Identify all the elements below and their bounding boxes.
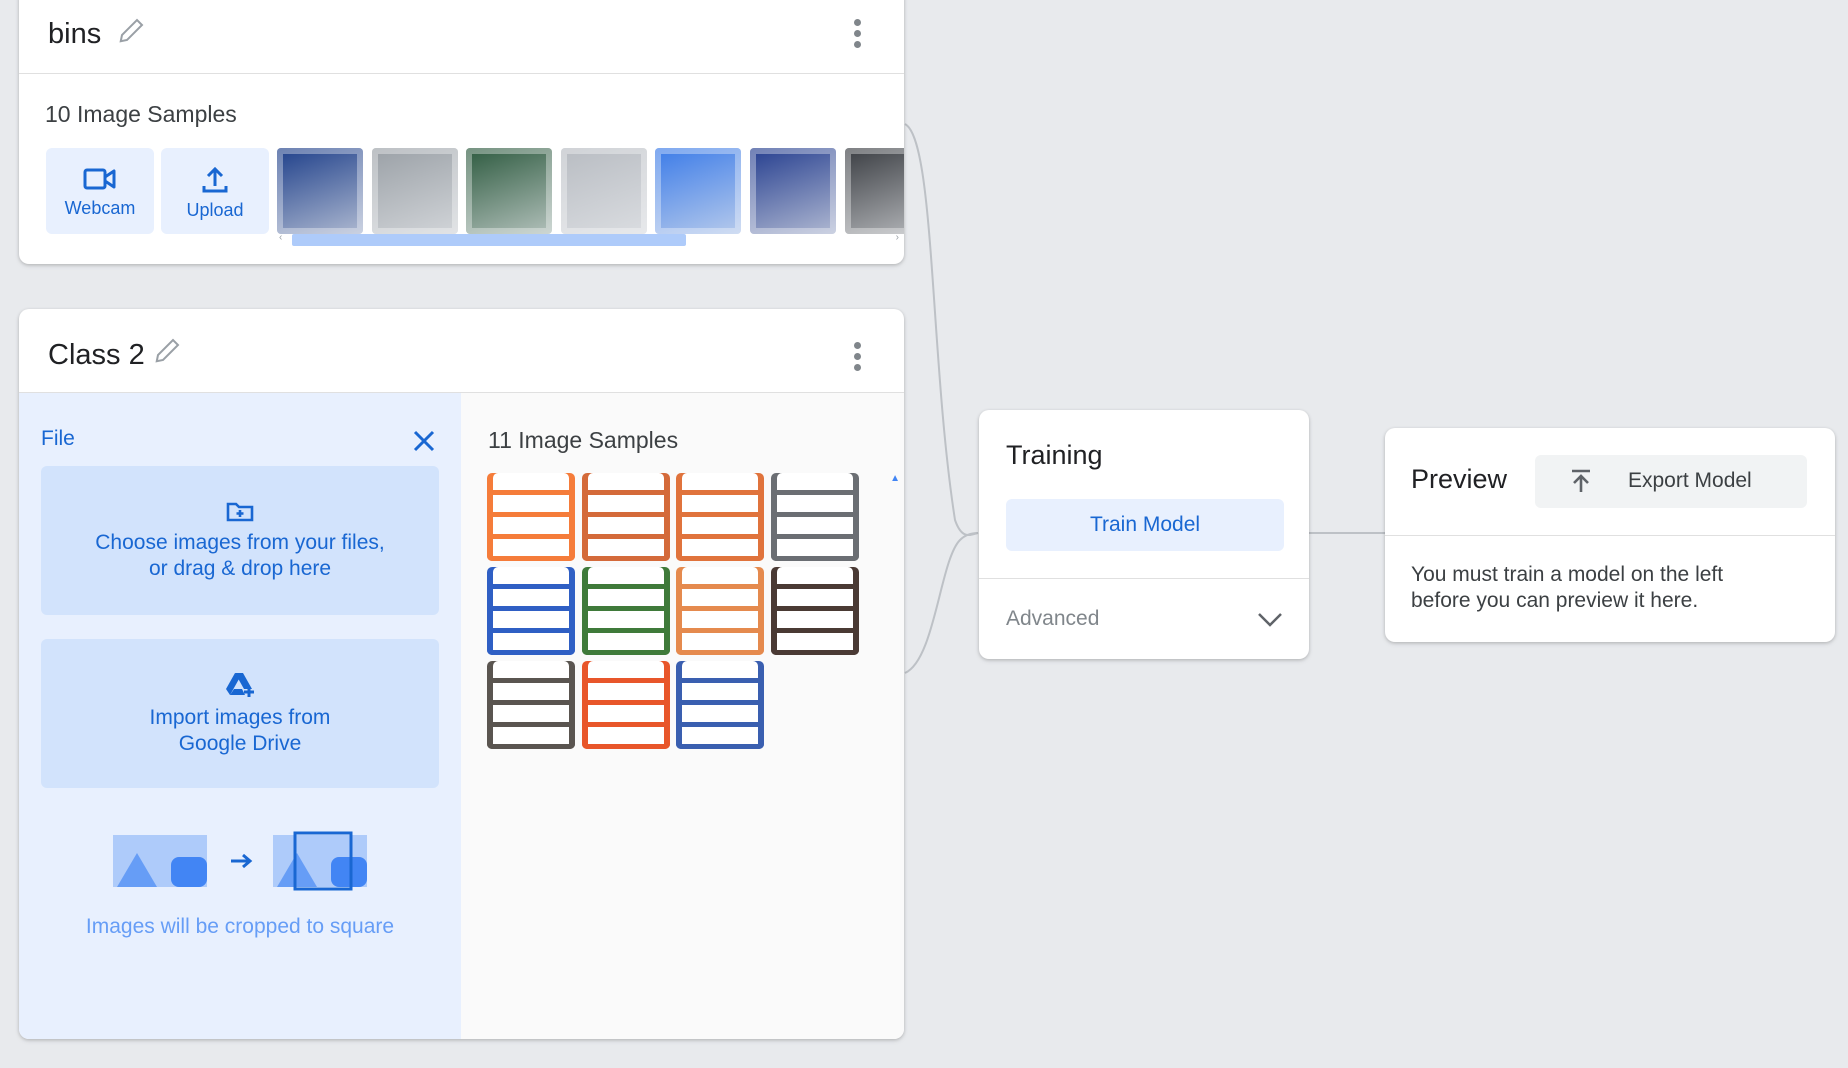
horizontal-scrollbar[interactable]: ‹ › xyxy=(279,232,899,246)
train-model-button[interactable]: Train Model xyxy=(1006,499,1284,551)
sample-thumbnail[interactable] xyxy=(655,148,741,234)
class-title[interactable]: bins xyxy=(48,18,101,51)
sample-thumbnail[interactable] xyxy=(582,473,670,561)
sample-thumbnail[interactable] xyxy=(487,567,575,655)
upload-button[interactable]: Upload xyxy=(161,148,269,234)
google-drive-import-button[interactable]: Import images from Google Drive xyxy=(41,639,439,788)
training-title: Training xyxy=(1006,440,1103,470)
upload-icon xyxy=(202,166,228,193)
crop-illustration xyxy=(113,831,367,891)
sample-thumbnail[interactable] xyxy=(277,148,363,234)
sample-thumbnail[interactable] xyxy=(466,148,552,234)
sample-thumbnail[interactable] xyxy=(372,148,458,234)
export-icon xyxy=(1572,469,1590,492)
preview-message-line-2: before you can preview it here. xyxy=(1411,589,1699,612)
class-card-bins: bins 10 Image Samples Webcam Upload ‹ › xyxy=(19,0,904,264)
sample-thumbnail[interactable] xyxy=(487,473,575,561)
class-card-header: Class 2 xyxy=(19,309,904,393)
sample-thumbnail[interactable] xyxy=(750,148,836,234)
chevron-down-icon xyxy=(1258,613,1282,627)
preview-message-line-1: You must train a model on the left xyxy=(1411,563,1724,586)
preview-title: Preview xyxy=(1411,464,1508,494)
more-options-icon[interactable] xyxy=(853,342,861,375)
class-title[interactable]: Class 2 xyxy=(48,339,145,372)
drive-line-2: Google Drive xyxy=(178,732,302,755)
scroll-up-icon[interactable]: ▲ xyxy=(890,473,900,484)
google-drive-icon xyxy=(226,673,254,697)
samples-count-label: 11 Image Samples xyxy=(488,427,679,453)
export-label: Export Model xyxy=(1628,469,1752,492)
webcam-button[interactable]: Webcam xyxy=(46,148,154,234)
close-icon[interactable] xyxy=(412,429,436,453)
edit-pencil-icon[interactable] xyxy=(117,15,147,45)
class-card-header: bins xyxy=(19,0,904,74)
sample-thumbnail[interactable] xyxy=(676,473,764,561)
preview-card: Preview Export Model You must train a mo… xyxy=(1385,428,1835,642)
samples-panel: 11 Image Samples ▲ xyxy=(461,393,904,1039)
crop-note: Images will be cropped to square xyxy=(85,915,395,938)
folder-add-icon xyxy=(226,502,254,522)
drive-line-1: Import images from xyxy=(149,706,331,729)
webcam-label: Webcam xyxy=(64,198,136,218)
export-model-button[interactable]: Export Model xyxy=(1535,455,1807,508)
preview-message: You must train a model on the left befor… xyxy=(1411,562,1723,614)
upload-label: Upload xyxy=(186,200,244,220)
advanced-toggle[interactable]: Advanced xyxy=(979,579,1309,659)
sample-thumbnail[interactable] xyxy=(582,661,670,749)
sample-thumbnail[interactable] xyxy=(561,148,647,234)
class-card-class-2: Class 2 File Choose images from your fil… xyxy=(19,309,904,1039)
choose-files-line-1: Choose images from your files, xyxy=(95,531,385,554)
sample-thumbnail[interactable] xyxy=(771,473,859,561)
samples-count-label: 10 Image Samples xyxy=(45,101,237,127)
training-card: Training Train Model Advanced xyxy=(979,410,1309,659)
choose-files-dropzone[interactable]: Choose images from your files, or drag &… xyxy=(41,466,439,615)
sample-thumbnail[interactable] xyxy=(487,661,575,749)
file-upload-panel: File Choose images from your files, or d… xyxy=(19,393,461,1039)
choose-files-line-2: or drag & drop here xyxy=(148,557,332,580)
scrollbar-thumb[interactable] xyxy=(292,234,686,246)
sample-thumbnail[interactable] xyxy=(676,567,764,655)
scroll-left-icon[interactable]: ‹ xyxy=(279,232,282,243)
sample-thumbnail[interactable] xyxy=(845,148,904,234)
webcam-icon xyxy=(83,168,116,190)
sample-thumbnail[interactable] xyxy=(771,567,859,655)
file-source-label: File xyxy=(41,427,75,450)
scroll-right-icon[interactable]: › xyxy=(896,232,899,243)
more-options-icon[interactable] xyxy=(853,19,861,52)
sample-thumbnail[interactable] xyxy=(582,567,670,655)
edit-pencil-icon[interactable] xyxy=(153,335,183,365)
advanced-label: Advanced xyxy=(1006,607,1100,630)
sample-thumbnail[interactable] xyxy=(676,661,764,749)
